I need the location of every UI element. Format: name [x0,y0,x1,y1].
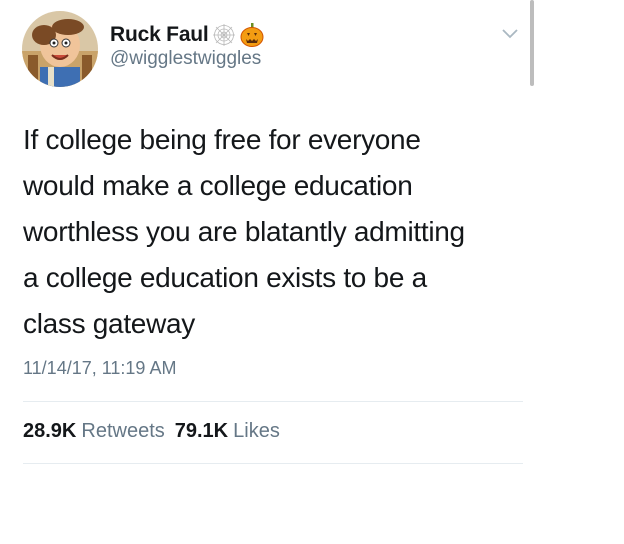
name-row: Ruck Faul [110,18,265,52]
tweet-text-line: a college education exists to be a [23,262,427,293]
tweet-text-line: worthless you are blatantly admitting [23,216,465,247]
likes-label: Likes [233,420,280,442]
divider [23,463,523,464]
tweet-text-line: would make a college education [23,170,413,201]
display-name[interactable]: Ruck Faul [110,23,209,47]
retweets-stat[interactable]: 28.9K Retweets [23,420,165,443]
user-handle[interactable]: @wigglestwiggles [110,48,261,70]
spider-web-icon [211,22,237,48]
tweet-card: Ruck Faul @wigglestwiggles If college be… [0,0,624,544]
engagement-stats: 28.9K Retweets 79.1K Likes [23,420,280,443]
tweet-timestamp[interactable]: 11/14/17, 11:19 AM [23,358,176,379]
jack-o-lantern-icon [239,22,265,48]
avatar[interactable] [22,11,98,87]
scrollbar[interactable] [530,0,534,86]
retweets-label: Retweets [81,420,165,442]
divider [23,401,523,402]
tweet-text-line: class gateway [23,308,195,339]
avatar-cartoon-icon [22,11,98,87]
tweet-text: If college being free for everyone would… [23,117,563,347]
chevron-down-icon[interactable] [500,26,520,42]
likes-count: 79.1K [174,420,229,442]
tweet-text-line: If college being free for everyone [23,124,421,155]
likes-stat[interactable]: 79.1K Likes [175,420,280,443]
retweets-count: 28.9K [23,420,77,442]
